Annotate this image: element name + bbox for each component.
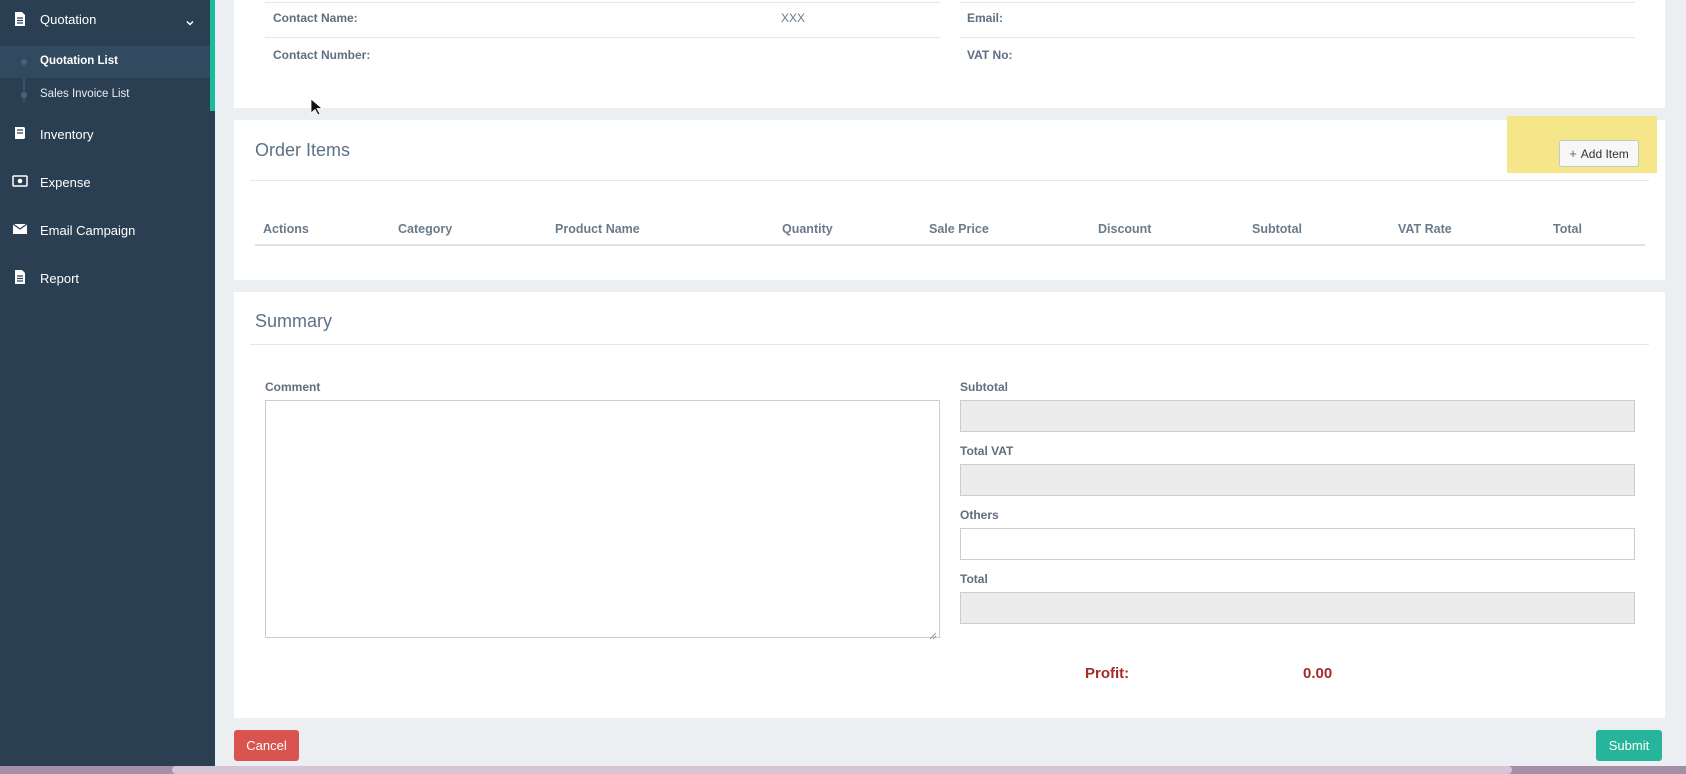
report-icon (12, 269, 28, 285)
column-header-actions: Actions (263, 222, 309, 236)
total-field (960, 592, 1635, 624)
submit-button[interactable]: Submit (1596, 730, 1662, 761)
divider (265, 37, 940, 38)
contact-number-label: Contact Number: (273, 48, 371, 62)
contact-name-label: Contact Name: (273, 11, 358, 25)
sidebar-item-expense[interactable]: Expense (0, 170, 215, 194)
column-header-subtotal: Subtotal (1252, 222, 1302, 236)
profit-label: Profit: (1085, 665, 1130, 682)
column-header-sale-price: Sale Price (929, 222, 989, 236)
order-items-title: Order Items (255, 140, 351, 160)
column-header-total: Total (1553, 222, 1582, 236)
add-item-label: Add Item (1580, 146, 1629, 161)
email-label: Email: (967, 11, 1004, 25)
others-label: Others (960, 508, 999, 522)
sidebar-item-label: Report (40, 271, 80, 286)
comment-textarea[interactable] (265, 400, 940, 640)
sidebar-subitem-label: Sales Invoice List (40, 88, 130, 100)
table-header-rule (255, 244, 1645, 246)
sidebar-item-label: Quotation (40, 12, 97, 27)
summary-title: Summary (255, 311, 333, 331)
sidebar-item-inventory[interactable]: Inventory (0, 122, 215, 146)
sidebar-item-quotation[interactable]: Quotation (0, 8, 215, 32)
active-section-indicator (210, 0, 215, 111)
total-vat-label: Total VAT (960, 444, 1014, 458)
sidebar-subitem-quotation-list[interactable]: Quotation List (0, 46, 210, 78)
subtotal-field (960, 400, 1635, 432)
chevron-down-icon[interactable] (185, 15, 195, 26)
vat-no-label: VAT No: (967, 48, 1013, 62)
money-icon (12, 173, 28, 189)
divider (960, 2, 1635, 3)
cancel-button[interactable]: Cancel (234, 730, 299, 761)
comment-label: Comment (265, 380, 321, 394)
sidebar-item-label: Inventory (40, 127, 94, 142)
sidebar-item-label: Email Campaign (40, 223, 136, 238)
sidebar-subitem-label: Quotation List (40, 55, 118, 67)
order-items-panel (234, 120, 1665, 280)
resize-handle-icon[interactable] (929, 627, 937, 640)
column-header-category: Category (398, 222, 453, 236)
bullet-icon (21, 92, 27, 98)
mouse-cursor-icon (310, 98, 324, 116)
sidebar: Quotation Quotation List Sales Invoice L… (0, 0, 215, 774)
sidebar-item-report[interactable]: Report (0, 266, 215, 290)
divider (265, 2, 940, 3)
column-header-discount: Discount (1098, 222, 1152, 236)
profit-value: 0.00 (1303, 665, 1333, 682)
column-header-vat-rate: VAT Rate (1398, 222, 1452, 236)
plus-icon: + (1569, 146, 1577, 161)
horizontal-scrollbar-thumb[interactable] (172, 766, 1512, 774)
sidebar-item-label: Expense (40, 175, 91, 190)
contact-panel (234, 0, 1665, 108)
add-item-button[interactable]: + Add Item (1559, 140, 1639, 167)
document-icon (12, 11, 28, 27)
envelope-icon (12, 221, 28, 237)
contact-name-value: XXX (781, 11, 806, 25)
divider (250, 180, 1649, 181)
subtotal-label: Subtotal (960, 380, 1008, 394)
total-vat-field (960, 464, 1635, 496)
others-field[interactable] (960, 528, 1635, 560)
sidebar-subitem-sales-invoice-list[interactable]: Sales Invoice List (0, 79, 210, 111)
book-icon (12, 125, 28, 141)
column-header-product-name: Product Name (555, 222, 640, 236)
divider (250, 344, 1649, 345)
column-header-quantity: Quantity (782, 222, 833, 236)
sidebar-item-email-campaign[interactable]: Email Campaign (0, 218, 215, 242)
total-label: Total (960, 572, 988, 586)
bullet-icon (21, 59, 27, 65)
divider (960, 37, 1635, 38)
